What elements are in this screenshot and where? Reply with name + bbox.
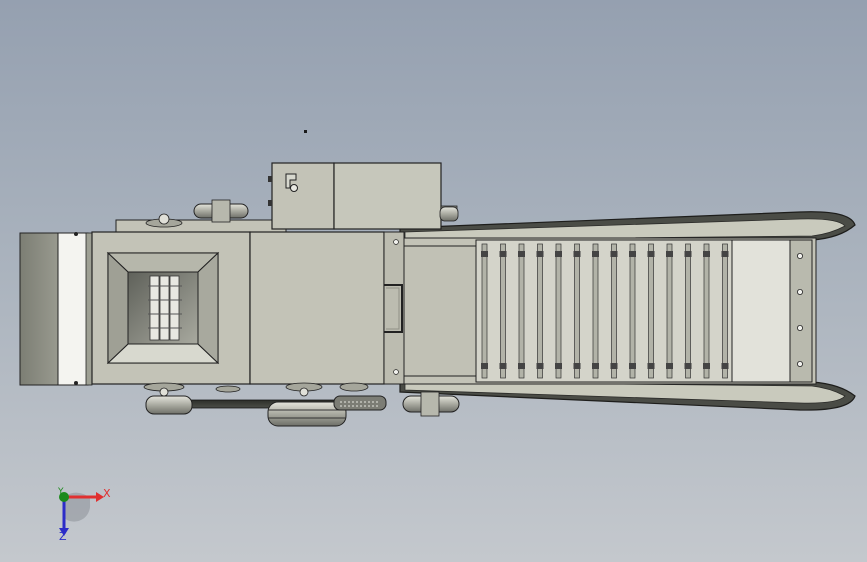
belt-link xyxy=(555,251,562,257)
belt-slat xyxy=(500,243,506,379)
y-axis-label: Y xyxy=(58,487,64,497)
belt-link xyxy=(518,251,525,257)
marker-dot xyxy=(304,130,307,133)
bottom-drive-assembly[interactable] xyxy=(145,395,387,427)
feed-chute[interactable] xyxy=(19,232,61,386)
belt-link xyxy=(647,251,655,257)
belt-link xyxy=(499,251,507,257)
crusher-housing[interactable] xyxy=(249,231,385,385)
belt-link xyxy=(499,363,507,369)
belt-link xyxy=(536,363,544,369)
belt-link xyxy=(536,251,544,257)
x-axis-label: X xyxy=(103,487,111,500)
crusher-rotors xyxy=(148,275,182,341)
belt-link xyxy=(629,363,636,369)
bottom-bearings xyxy=(143,382,369,397)
belt-link xyxy=(666,251,673,257)
top-bearing xyxy=(145,213,183,228)
belt-link xyxy=(518,363,525,369)
belt-link xyxy=(703,251,710,257)
conveyor-wheel-bottom[interactable] xyxy=(402,391,460,417)
belt-link xyxy=(647,363,655,369)
belt-link xyxy=(703,363,710,369)
belt-slat xyxy=(574,243,580,379)
belt-link xyxy=(481,363,488,369)
belt-link xyxy=(684,363,692,369)
belt-link xyxy=(629,251,636,257)
belt-link xyxy=(573,251,581,257)
belt-link xyxy=(481,251,488,257)
slat-belt xyxy=(475,239,733,383)
belt-link xyxy=(684,251,692,257)
z-axis-label: Z xyxy=(59,530,67,543)
conveyor-inlet-plate xyxy=(403,245,477,377)
belt-slat xyxy=(703,243,710,379)
belt-slat xyxy=(648,243,654,379)
belt-link xyxy=(721,251,729,257)
belt-slat xyxy=(685,243,691,379)
belt-link xyxy=(721,363,729,369)
belt-link xyxy=(592,251,599,257)
belt-slat xyxy=(666,243,673,379)
motor-box[interactable] xyxy=(333,162,442,230)
belt-slat xyxy=(555,243,562,379)
belt-slat xyxy=(592,243,599,379)
conveyor-head-frame xyxy=(789,239,813,383)
top-pulley-left[interactable] xyxy=(193,199,249,223)
belt-link xyxy=(592,363,599,369)
feed-chute-plate xyxy=(57,232,89,386)
belt-slat xyxy=(722,243,728,379)
conveyor-head-plate xyxy=(731,239,791,383)
belt-link xyxy=(610,363,618,369)
belt-link xyxy=(666,363,673,369)
belt-slat xyxy=(611,243,617,379)
belt-slat xyxy=(629,243,636,379)
belt-link xyxy=(610,251,618,257)
belt-slat xyxy=(518,243,525,379)
control-box[interactable] xyxy=(271,162,335,230)
belt-link xyxy=(555,363,562,369)
belt-slat xyxy=(537,243,543,379)
belt-slat xyxy=(481,243,488,379)
cad-graphics-viewport[interactable]: X Y Z xyxy=(0,0,867,562)
belt-link xyxy=(573,363,581,369)
